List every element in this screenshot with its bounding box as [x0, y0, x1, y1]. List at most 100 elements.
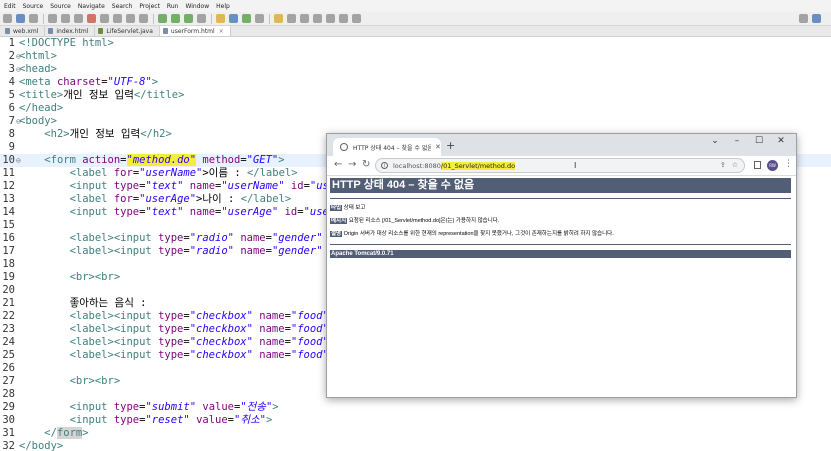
- maximize-icon[interactable]: ☐: [748, 136, 770, 146]
- address-bar[interactable]: i localhost:8080/01_Servlet/method.do ⇪ ☆: [375, 158, 745, 173]
- step-over-icon[interactable]: [126, 14, 135, 23]
- line-number: 4: [8, 76, 15, 88]
- editor-tab-bar: web.xml index.html LifeServlet.java user…: [0, 26, 831, 37]
- save-icon[interactable]: [16, 14, 25, 23]
- disconnect-icon[interactable]: [100, 14, 109, 23]
- menu-window[interactable]: Window: [185, 3, 209, 10]
- new-package-icon[interactable]: [229, 14, 238, 23]
- tab-web-xml[interactable]: web.xml: [2, 26, 46, 36]
- code-token: name: [259, 349, 285, 361]
- last-edit-icon[interactable]: [326, 14, 335, 23]
- code-token: "submit": [145, 401, 197, 413]
- terminate-icon[interactable]: [87, 14, 96, 23]
- menu-run[interactable]: Run: [167, 3, 179, 10]
- code-token: "UTF-8": [107, 76, 152, 88]
- code-token: <title>: [19, 89, 64, 101]
- browser-tab[interactable]: HTTP 상태 404 – 찾을 수 없음 ✕: [333, 138, 441, 156]
- search-icon[interactable]: [287, 14, 296, 23]
- forward-arrow-icon[interactable]: →: [348, 159, 356, 170]
- server-footer: Apache Tomcat/9.0.71: [330, 250, 791, 258]
- code-token: "userName": [221, 180, 285, 192]
- step-return-icon[interactable]: [139, 14, 148, 23]
- forward-icon[interactable]: [352, 14, 361, 23]
- menu-search[interactable]: Search: [112, 3, 133, 10]
- bookmark-star-icon[interactable]: ☆: [732, 161, 738, 169]
- coverage-icon[interactable]: [184, 14, 193, 23]
- annotation-prev-icon[interactable]: [313, 14, 322, 23]
- menu-help[interactable]: Help: [216, 3, 230, 10]
- code-token: "checkbox": [189, 349, 253, 361]
- code-token: >: [272, 401, 279, 413]
- code-token: "gender": [271, 232, 323, 244]
- save-all-icon[interactable]: [29, 14, 38, 23]
- profile-avatar[interactable]: RW: [767, 160, 778, 171]
- side-panel-icon[interactable]: [754, 161, 761, 169]
- suspend-icon[interactable]: [74, 14, 83, 23]
- line-number: 28: [2, 388, 15, 400]
- description-row: 설명 Origin 서버가 대상 리소스를 위한 현재의 representat…: [330, 229, 614, 237]
- new-tab-button[interactable]: +: [446, 139, 455, 152]
- close-icon[interactable]: ✕: [435, 143, 441, 151]
- code-token: <label><input: [69, 323, 159, 335]
- code-token: id: [290, 180, 304, 192]
- chevron-down-icon[interactable]: ⌄: [704, 136, 726, 146]
- new-server-icon[interactable]: [216, 14, 225, 23]
- reload-icon[interactable]: ↻: [362, 159, 370, 170]
- line-number: 8: [8, 128, 15, 140]
- code-token: 좋아하는 음식 :: [69, 297, 147, 309]
- code-token: type: [158, 336, 184, 348]
- code-token: <input: [69, 414, 114, 426]
- external-tools-icon[interactable]: [197, 14, 206, 23]
- code-line: 2 ⊖ <html>: [0, 50, 831, 63]
- info-icon[interactable]: i: [381, 162, 388, 169]
- close-icon[interactable]: ×: [219, 28, 224, 35]
- code-token: >: [82, 427, 89, 439]
- more-menu-icon[interactable]: ⋮: [784, 159, 793, 169]
- skip-breakpoints-icon[interactable]: [48, 14, 57, 23]
- tab-lifeservlet-java[interactable]: LifeServlet.java: [95, 26, 160, 36]
- menu-bar: Edit Source Source Navigate Search Proje…: [0, 0, 831, 12]
- step-into-icon[interactable]: [113, 14, 122, 23]
- code-token: name: [259, 323, 285, 335]
- resume-icon[interactable]: [61, 14, 70, 23]
- code-token: id: [284, 206, 298, 218]
- code-token: <br><br>: [69, 271, 121, 283]
- open-perspective-icon[interactable]: [799, 14, 808, 23]
- java-ee-perspective-icon[interactable]: [812, 14, 821, 23]
- debug-icon[interactable]: [158, 14, 167, 23]
- new-class-icon[interactable]: [242, 14, 251, 23]
- code-token: <input: [69, 180, 114, 192]
- code-token: >나이 :: [196, 193, 241, 205]
- line-number: 32: [2, 440, 15, 451]
- menu-navigate[interactable]: Navigate: [78, 3, 105, 10]
- tab-label: web.xml: [13, 27, 39, 35]
- code-token: "gender": [271, 245, 323, 257]
- tab-userform-html[interactable]: userForm.html ×: [159, 26, 231, 36]
- code-token: "text": [145, 206, 184, 218]
- close-icon[interactable]: ✕: [770, 136, 792, 146]
- tab-index-html[interactable]: index.html: [45, 26, 96, 36]
- menu-project[interactable]: Project: [139, 3, 160, 10]
- code-line: 1 <!DOCTYPE html>: [0, 37, 831, 50]
- page-title: HTTP 상태 404 – 찾을 수 없음: [330, 178, 791, 193]
- minimize-icon[interactable]: –: [726, 136, 748, 146]
- annotation-next-icon[interactable]: [300, 14, 309, 23]
- line-number: 6: [8, 102, 15, 114]
- menu-edit[interactable]: Edit: [4, 3, 16, 10]
- menu-source-2[interactable]: Source: [50, 3, 71, 10]
- back-icon[interactable]: [339, 14, 348, 23]
- code-line: 5 <title>개인 정보 입력</title>: [0, 89, 831, 102]
- open-task-icon[interactable]: [274, 14, 283, 23]
- share-icon[interactable]: ⇪: [720, 161, 726, 169]
- line-number: 21: [2, 297, 15, 309]
- menu-source[interactable]: Source: [23, 3, 44, 10]
- code-token: <body>: [19, 115, 57, 127]
- open-type-icon[interactable]: [255, 14, 264, 23]
- new-file-icon[interactable]: [3, 14, 12, 23]
- line-number: 22: [2, 310, 15, 322]
- back-arrow-icon[interactable]: ←: [334, 159, 342, 170]
- type-row: 타입 상태 보고: [330, 203, 365, 211]
- run-icon[interactable]: [171, 14, 180, 23]
- code-token: "food": [290, 336, 329, 348]
- tab-label: LifeServlet.java: [106, 27, 153, 35]
